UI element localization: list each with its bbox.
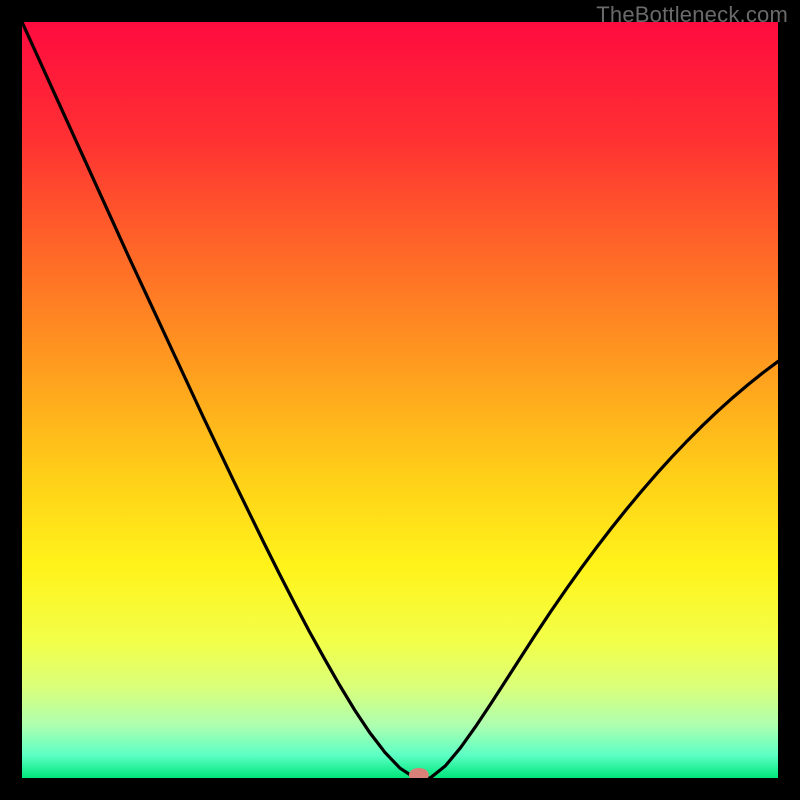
chart-frame: TheBottleneck.com: [0, 0, 800, 800]
chart-svg: [22, 22, 778, 778]
plot-area: [22, 22, 778, 778]
gradient-background: [22, 22, 778, 778]
watermark-text: TheBottleneck.com: [596, 2, 788, 28]
